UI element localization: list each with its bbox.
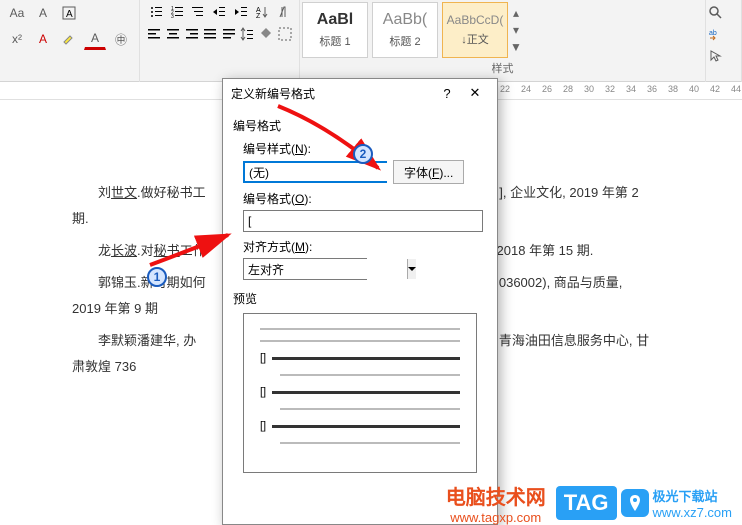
annotation-marker-2: 2 bbox=[353, 144, 373, 164]
styles-up-icon[interactable]: ▴ bbox=[510, 6, 522, 20]
borders-icon[interactable] bbox=[276, 24, 293, 44]
decrease-indent-icon[interactable] bbox=[210, 2, 229, 22]
find-icon[interactable] bbox=[708, 2, 736, 22]
superscript-icon[interactable]: x² bbox=[6, 28, 28, 50]
section-label: 编号格式 bbox=[233, 117, 487, 134]
styles-group: AaBl 标题 1 AaBb( 标题 2 AaBbCcD( ↓正文 ▴ ▾ ▼ … bbox=[300, 0, 706, 82]
ribbon: Aa A A x² A A ㊥ 123 AZ bbox=[0, 0, 742, 82]
align-center-icon[interactable] bbox=[165, 24, 182, 44]
styles-down-icon[interactable]: ▾ bbox=[510, 23, 522, 37]
style-heading2[interactable]: AaBb( 标题 2 bbox=[372, 2, 438, 58]
text-effects-icon[interactable]: A bbox=[32, 28, 54, 50]
preview-label: 预览 bbox=[233, 290, 487, 307]
select-icon[interactable] bbox=[708, 46, 736, 66]
styles-scroller: ▴ ▾ ▼ bbox=[510, 0, 524, 60]
change-case-icon[interactable]: Aa bbox=[6, 2, 28, 24]
numbering-icon[interactable]: 123 bbox=[167, 2, 186, 22]
svg-text:A: A bbox=[66, 9, 73, 20]
svg-text:Z: Z bbox=[256, 13, 261, 19]
dialog-titlebar[interactable]: 定义新编号格式 ? ✕ bbox=[223, 79, 497, 107]
combo-dropdown-icon[interactable] bbox=[407, 259, 416, 279]
shading-icon[interactable] bbox=[258, 24, 275, 44]
align-right-icon[interactable] bbox=[183, 24, 200, 44]
char-shading-icon[interactable]: A bbox=[58, 2, 80, 24]
number-format-input[interactable] bbox=[243, 210, 483, 232]
align-left-icon[interactable] bbox=[146, 24, 163, 44]
alignment-input[interactable] bbox=[244, 259, 407, 279]
style-heading1[interactable]: AaBl 标题 1 bbox=[302, 2, 368, 58]
dialog-title: 定义新编号格式 bbox=[231, 85, 433, 102]
editing-group: ab bbox=[706, 0, 742, 82]
svg-text:3: 3 bbox=[171, 14, 174, 19]
increase-indent-icon[interactable] bbox=[231, 2, 250, 22]
distribute-icon[interactable] bbox=[221, 24, 238, 44]
style-normal[interactable]: AaBbCcD( ↓正文 bbox=[442, 2, 508, 58]
close-button[interactable]: ✕ bbox=[461, 81, 489, 105]
pin-icon bbox=[621, 489, 649, 517]
watermark: 电脑技术网 www.tagxp.com TAG 极光下载站 www.xz7.co… bbox=[446, 481, 732, 525]
alignment-combo[interactable] bbox=[243, 258, 367, 280]
replace-icon[interactable]: ab bbox=[708, 24, 736, 44]
char-border-icon[interactable]: A bbox=[32, 2, 54, 24]
show-marks-icon[interactable] bbox=[274, 2, 293, 22]
number-format-label: 编号格式(O): bbox=[243, 190, 487, 207]
number-style-combo[interactable] bbox=[243, 161, 387, 183]
multilevel-list-icon[interactable] bbox=[189, 2, 208, 22]
enclose-char-icon[interactable]: ㊥ bbox=[110, 28, 132, 50]
sort-icon[interactable]: AZ bbox=[252, 2, 271, 22]
align-justify-icon[interactable] bbox=[202, 24, 219, 44]
font-color-icon[interactable]: A bbox=[84, 28, 106, 50]
paragraph-group: 123 AZ bbox=[140, 0, 300, 82]
highlight-icon[interactable] bbox=[58, 28, 80, 50]
help-button[interactable]: ? bbox=[433, 81, 461, 105]
styles-group-label[interactable]: 样式 bbox=[300, 60, 705, 76]
styles-expand-icon[interactable]: ▼ bbox=[510, 40, 522, 54]
number-style-input[interactable] bbox=[245, 163, 408, 181]
font-group: Aa A A x² A A ㊥ bbox=[0, 0, 140, 82]
preview-box: [] [] [] bbox=[243, 313, 477, 473]
line-spacing-icon[interactable] bbox=[239, 24, 256, 44]
font-button[interactable]: 字体(F)... bbox=[393, 160, 464, 184]
bullets-icon[interactable] bbox=[146, 2, 165, 22]
annotation-marker-1: 1 bbox=[147, 267, 167, 287]
alignment-label: 对齐方式(M): bbox=[243, 238, 487, 255]
svg-text:ab: ab bbox=[709, 30, 717, 37]
tag-badge: TAG bbox=[556, 486, 617, 520]
